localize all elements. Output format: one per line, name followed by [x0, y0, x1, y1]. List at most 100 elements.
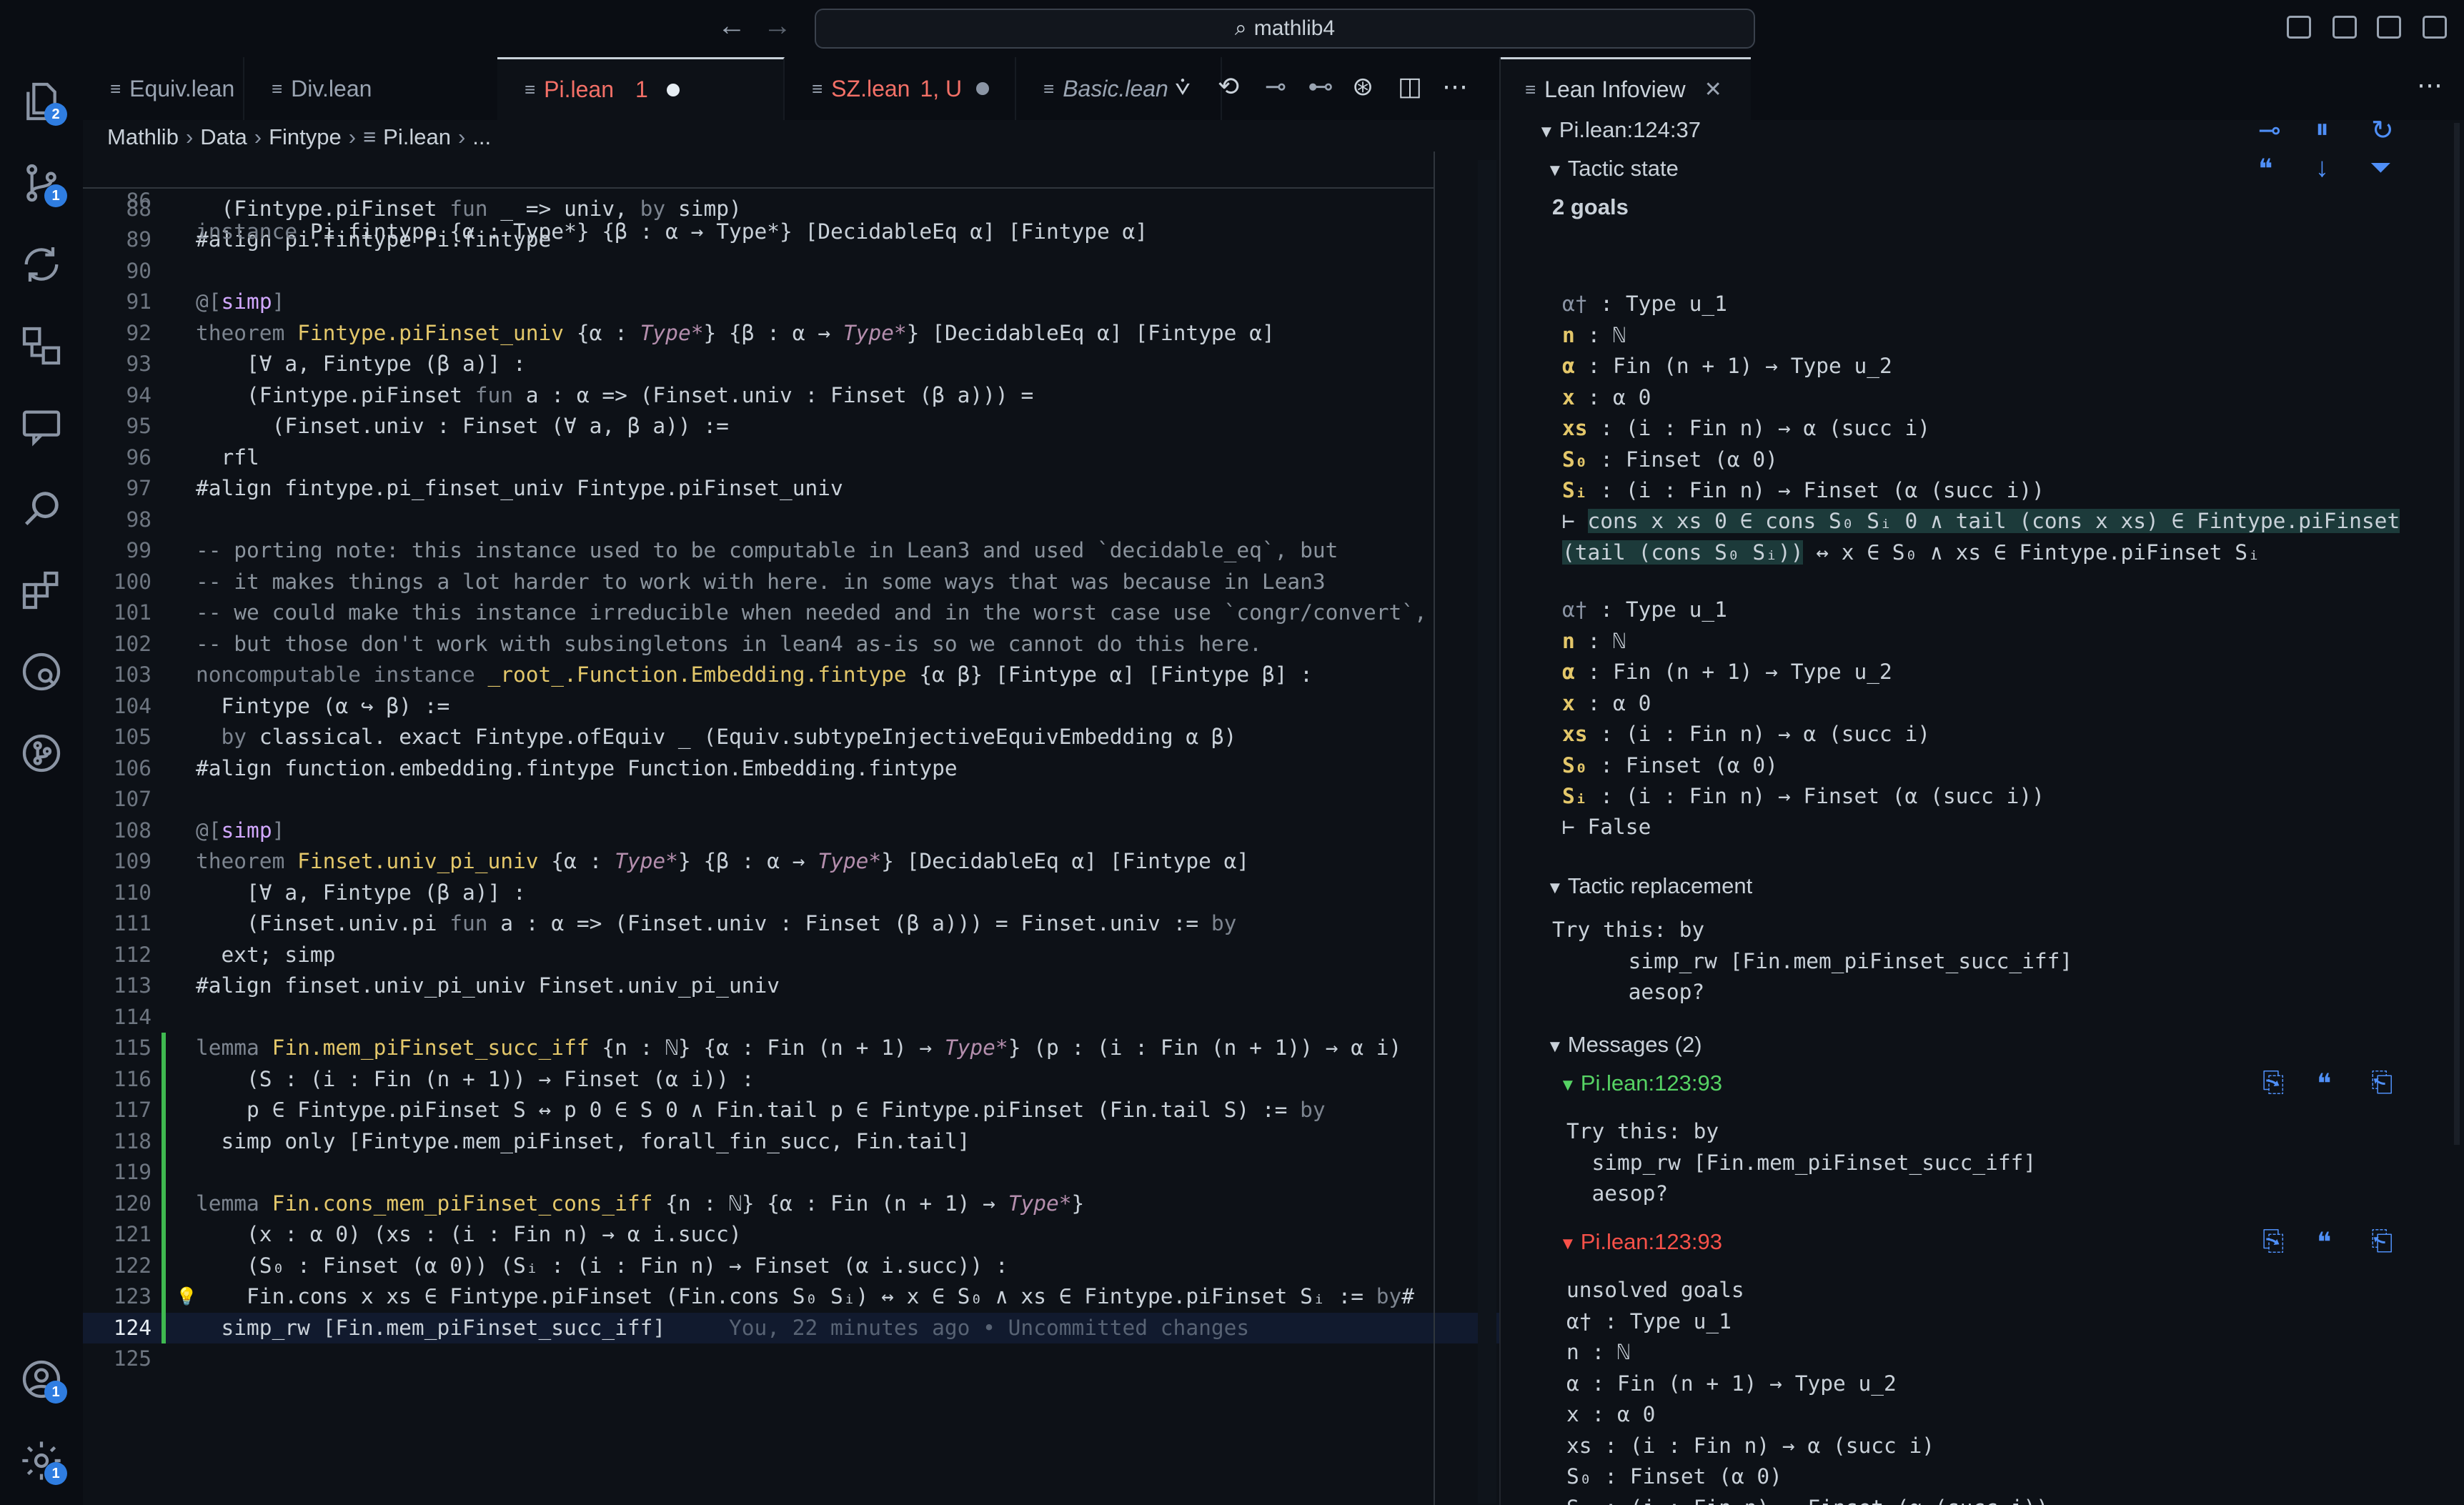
- sticky-scroll-line[interactable]: 86 instance Pi.fintype {α : Type*} {β : …: [83, 152, 1434, 244]
- code-line[interactable]: 94 (Fintype.piFinset fun a : α => (Finse…: [83, 380, 1498, 412]
- breadcrumb-item[interactable]: Fintype: [269, 124, 342, 150]
- code-line[interactable]: 92 theorem Fintype.piFinset_univ {α : Typ…: [83, 318, 1498, 349]
- breadcrumb-item[interactable]: Mathlib: [107, 124, 179, 150]
- arrow-right-icon[interactable]: →: [763, 10, 792, 42]
- code-line[interactable]: 90: [83, 256, 1498, 287]
- code-line[interactable]: 105 by classical. exact Fintype.ofEquiv …: [83, 722, 1498, 753]
- lean-infer-icon[interactable]: ⩒: [1175, 71, 1191, 102]
- hypothesis[interactable]: xs : (i : Fin n) → α (succ i): [1562, 722, 1930, 746]
- git-change-marker[interactable]: [162, 1095, 166, 1126]
- pause-icon[interactable]: ⏸: [2315, 114, 2329, 145]
- pin-icon[interactable]: ⎗: [2371, 1226, 2393, 1257]
- git-change-marker[interactable]: [162, 1219, 166, 1251]
- go-to-location-icon[interactable]: ⎘: [2262, 1068, 2284, 1098]
- tab-equiv[interactable]: ≡ Equiv.lean: [83, 57, 244, 120]
- chat-icon[interactable]: [19, 404, 64, 450]
- code-line[interactable]: 117 p ∈ Fintype.piFinset S ↔ p 0 ∈ S 0 ∧…: [83, 1095, 1498, 1126]
- code-line[interactable]: 114: [83, 1002, 1498, 1033]
- git-change-marker[interactable]: [162, 1250, 166, 1281]
- arrow-left-icon[interactable]: ←: [717, 10, 746, 42]
- toggle-primary-sidebar-icon[interactable]: [2287, 16, 2311, 39]
- accounts-icon[interactable]: 1: [19, 1356, 67, 1404]
- toggle-secondary-sidebar-icon[interactable]: [2377, 16, 2401, 39]
- code-line[interactable]: 103 noncomputable instance _root_.Functio…: [83, 660, 1498, 691]
- pin-icon[interactable]: ⊸: [2258, 114, 2281, 146]
- hypothesis[interactable]: Sᵢ : (i : Fin n) → Finset (α (succ i)): [1562, 784, 2045, 808]
- tactic-state-header[interactable]: ▼ Tactic state: [1546, 156, 1679, 182]
- code-line[interactable]: 104 Fintype (α ↪ β) :=: [83, 691, 1498, 722]
- copy-to-comment-icon[interactable]: ❝: [2317, 1226, 2331, 1258]
- code-line[interactable]: 116 (S : (i : Fin (n + 1)) → Finset (α i…: [83, 1064, 1498, 1096]
- git-change-marker[interactable]: [162, 1126, 166, 1157]
- tab-pi[interactable]: ≡ Pi.lean 1: [497, 57, 785, 120]
- arrow-down-icon[interactable]: ↓: [2315, 153, 2329, 184]
- hypothesis[interactable]: α : Fin (n + 1) → Type u_2: [1562, 660, 1892, 684]
- message-2-header[interactable]: ▼ Pi.lean:123:93: [1559, 1229, 1722, 1255]
- code-line[interactable]: 97 #align fintype.pi_finset_univ Fintype.…: [83, 473, 1498, 505]
- copy-to-comment-icon[interactable]: ❝: [2317, 1068, 2331, 1100]
- message-location[interactable]: Pi.lean:123:93: [1581, 1071, 1722, 1096]
- code-line[interactable]: 118 simp only [Fintype.mem_piFinset, for…: [83, 1126, 1498, 1158]
- gear-icon[interactable]: 1: [19, 1438, 67, 1485]
- toggle-panel-icon[interactable]: [2333, 16, 2357, 39]
- copy-to-comment-icon[interactable]: ❝: [2258, 153, 2272, 185]
- hypothesis[interactable]: xs : (i : Fin n) → α (succ i): [1562, 416, 1930, 440]
- more-actions-icon[interactable]: ⋯: [1442, 71, 1468, 101]
- code-line[interactable]: 106 #align function.embedding.fintype Fun…: [83, 753, 1498, 785]
- code-line[interactable]: 111 (Finset.univ.pi fun a : α => (Finset…: [83, 908, 1498, 940]
- code-line[interactable]: 119: [83, 1157, 1498, 1188]
- code-line[interactable]: 113 #align finset.univ_pi_univ Finset.uni…: [83, 970, 1498, 1002]
- git-change-marker[interactable]: [162, 1281, 166, 1313]
- code-line[interactable]: 96 rfl: [83, 442, 1498, 474]
- hypothesis[interactable]: α† : Type u_1: [1562, 292, 1727, 316]
- goal-target-highlight[interactable]: cons x xs 0 ∈ cons S₀ Sᵢ 0 ∧ tail (cons …: [1587, 509, 2400, 533]
- code-line[interactable]: 121 (x : α 0) (xs : (i : Fin n) → α i.su…: [83, 1219, 1498, 1251]
- tab-sz[interactable]: ≡ SZ.lean 1, U: [785, 57, 1016, 120]
- hypothesis[interactable]: n : ℕ: [1562, 323, 1626, 347]
- lightbulb-icon[interactable]: 💡: [176, 1281, 197, 1313]
- testing-icon[interactable]: [19, 649, 64, 695]
- code-line[interactable]: 120 lemma Fin.cons_mem_piFinset_cons_iff …: [83, 1188, 1498, 1220]
- explorer-icon[interactable]: 2: [19, 79, 67, 126]
- pin-icon[interactable]: ⎗: [2371, 1068, 2393, 1098]
- hypothesis[interactable]: n : ℕ: [1562, 629, 1626, 653]
- code-line[interactable]: 110 [∀ a, Fintype (β a)] :: [83, 878, 1498, 909]
- code-line[interactable]: 115 lemma Fin.mem_piFinset_succ_iff {n : …: [83, 1033, 1498, 1064]
- message-1-header[interactable]: ▼ Pi.lean:123:93: [1559, 1071, 1722, 1096]
- breadcrumb-item[interactable]: ...: [472, 124, 491, 150]
- go-to-location-icon[interactable]: ⎘: [2262, 1226, 2284, 1257]
- tab-lean-infoview[interactable]: ≡ Lean Infoview ✕: [1501, 57, 1751, 120]
- hypothesis[interactable]: S₀ : Finset (α 0): [1562, 753, 1778, 778]
- hypothesis[interactable]: x : α 0: [1562, 385, 1651, 409]
- code-line[interactable]: 125: [83, 1343, 1498, 1375]
- code-line[interactable]: 122 (S₀ : Finset (α 0)) (Sᵢ : (i : Fin n…: [83, 1251, 1498, 1282]
- git-change-marker[interactable]: [162, 1312, 166, 1343]
- unsaved-dot-icon[interactable]: [666, 83, 680, 96]
- remote-explorer-icon[interactable]: [19, 323, 64, 369]
- goal-target-highlight[interactable]: (tail (cons S₀ Sᵢ)): [1562, 540, 1804, 565]
- position-header[interactable]: ▼ Pi.lean:124:37: [1538, 117, 1701, 143]
- code-line[interactable]: 123 Fin.cons x xs ∈ Fintype.piFinset (Fi…: [83, 1281, 1498, 1313]
- git-graph-icon[interactable]: [19, 730, 64, 776]
- unsaved-dot-icon[interactable]: [976, 82, 990, 95]
- code-line[interactable]: 107: [83, 784, 1498, 815]
- code-line[interactable]: 108 @[simp]: [83, 815, 1498, 847]
- code-line[interactable]: 95 (Finset.univ : Finset (∀ a, β a)) :=: [83, 411, 1498, 442]
- git-change-marker[interactable]: [162, 1188, 166, 1219]
- code-line[interactable]: 102 -- but those don't work with subsingl…: [83, 629, 1498, 660]
- vertical-scrollbar[interactable]: [1478, 160, 1496, 1504]
- tab-basic[interactable]: ≡ Basic.lean: [1016, 57, 1222, 120]
- filter-icon[interactable]: ⏷: [2370, 153, 2391, 184]
- messages-header[interactable]: ▼ Messages (2): [1546, 1032, 1702, 1058]
- extensions-icon[interactable]: [19, 567, 64, 613]
- code-line[interactable]: 109 theorem Finset.univ_pi_univ {α : Type…: [83, 846, 1498, 878]
- code-line[interactable]: 124 simp_rw [Fin.mem_piFinset_succ_iff] …: [83, 1313, 1498, 1344]
- message-location[interactable]: Pi.lean:123:93: [1581, 1229, 1722, 1254]
- refresh-icon[interactable]: ↻: [2371, 114, 2394, 146]
- search-icon[interactable]: [19, 486, 64, 532]
- close-icon[interactable]: ✕: [1704, 77, 1722, 102]
- git-change-marker[interactable]: [162, 1033, 166, 1064]
- go-forward-commit-icon[interactable]: ⊷: [1308, 71, 1333, 101]
- hypothesis[interactable]: S₀ : Finset (α 0): [1562, 447, 1778, 472]
- code-line[interactable]: 101 -- we could make this instance irredu…: [83, 597, 1498, 629]
